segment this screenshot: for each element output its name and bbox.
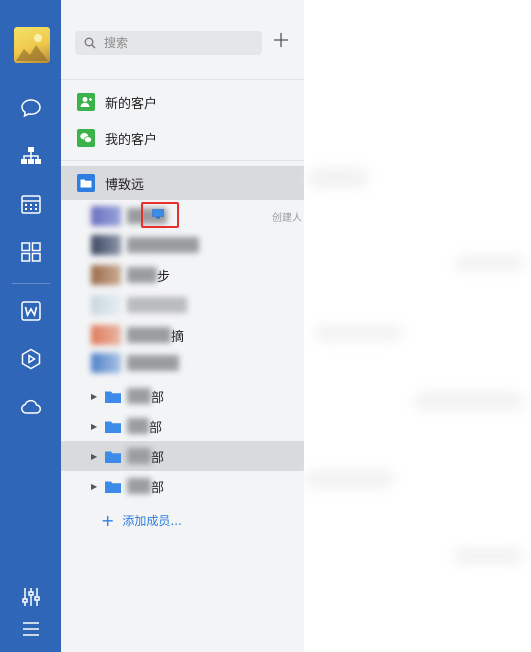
department-name: 部	[151, 480, 165, 496]
watermark	[314, 325, 404, 341]
wechat-icon	[77, 129, 95, 147]
hexagon-play-icon[interactable]	[18, 346, 44, 372]
plus-icon	[274, 33, 288, 47]
folder-icon	[77, 174, 95, 192]
watermark	[454, 255, 524, 271]
member-name: 摘	[171, 329, 185, 345]
org-chart-icon[interactable]	[18, 143, 44, 169]
member-avatar	[91, 265, 121, 285]
section-divider	[61, 79, 304, 80]
member-row[interactable]	[61, 294, 304, 316]
expand-arrow-icon[interactable]: ▶	[91, 482, 101, 491]
main-content-area	[304, 0, 531, 652]
rail-divider	[12, 283, 50, 284]
watermark	[304, 470, 394, 488]
department-name-redacted	[127, 418, 149, 434]
section-divider	[61, 160, 304, 161]
member-row[interactable]: 创建人	[61, 205, 304, 227]
department-name-redacted	[127, 448, 151, 464]
member-avatar	[91, 206, 121, 226]
add-member-label: 添加成员...	[122, 514, 182, 528]
member-name: 步	[157, 269, 171, 285]
contacts-panel: 新的客户 我的客户 博致远 创建人 步	[61, 0, 305, 652]
expand-arrow-icon[interactable]: ▶	[91, 392, 101, 401]
member-name-redacted	[127, 297, 187, 313]
watermark	[308, 168, 368, 188]
word-doc-icon[interactable]	[18, 298, 44, 324]
cloud-icon[interactable]	[18, 394, 44, 420]
apps-grid-icon[interactable]	[18, 239, 44, 265]
folder-icon	[105, 451, 121, 463]
my-customers-item[interactable]: 我的客户	[61, 126, 304, 150]
search-input[interactable]	[102, 35, 256, 51]
department-row[interactable]: ▶ 部	[61, 474, 304, 498]
new-customers-label: 新的客户	[105, 96, 158, 112]
creator-tag: 创建人	[272, 212, 302, 224]
plus-icon: +	[101, 510, 115, 530]
expand-arrow-icon[interactable]: ▶	[91, 452, 101, 461]
member-name-redacted	[127, 327, 171, 343]
watermark	[414, 392, 524, 410]
new-customers-item[interactable]: 新的客户	[61, 90, 304, 114]
department-row[interactable]: ▶ 部	[61, 384, 304, 408]
my-customers-label: 我的客户	[105, 132, 158, 148]
member-avatar	[91, 353, 121, 373]
search-box[interactable]	[75, 31, 262, 55]
new-customer-icon	[77, 93, 95, 111]
member-name-redacted	[127, 267, 157, 283]
user-avatar[interactable]	[14, 27, 50, 63]
chat-bubble-icon[interactable]	[18, 95, 44, 121]
folder-icon	[105, 481, 121, 493]
menu-icon[interactable]	[18, 616, 44, 642]
search-icon	[84, 37, 96, 49]
department-name: 部	[151, 390, 165, 406]
org-header[interactable]: 博致远	[61, 166, 304, 200]
add-member-link[interactable]: + 添加成员...	[101, 512, 182, 529]
left-nav-rail	[0, 0, 61, 652]
add-button[interactable]	[271, 32, 291, 54]
folder-icon	[105, 391, 121, 403]
department-row[interactable]: ▶ 部	[61, 441, 304, 471]
department-name: 部	[149, 420, 163, 436]
expand-arrow-icon[interactable]: ▶	[91, 422, 101, 431]
calendar-icon[interactable]	[18, 191, 44, 217]
department-name-redacted	[127, 388, 151, 404]
member-row[interactable]: 步	[61, 264, 304, 286]
pc-icon	[152, 209, 164, 219]
department-name: 部	[151, 450, 165, 466]
department-name-redacted	[127, 478, 151, 494]
member-row[interactable]	[61, 352, 304, 374]
watermark	[454, 548, 524, 564]
org-name: 博致远	[105, 177, 145, 193]
sliders-icon[interactable]	[18, 584, 44, 610]
member-avatar	[91, 295, 121, 315]
member-avatar	[91, 235, 121, 255]
folder-icon	[105, 421, 121, 433]
member-row[interactable]: 摘	[61, 324, 304, 346]
member-avatar	[91, 325, 121, 345]
department-row[interactable]: ▶ 部	[61, 414, 304, 438]
member-name-redacted	[127, 355, 179, 371]
member-row[interactable]	[61, 234, 304, 256]
member-name-redacted	[127, 237, 199, 253]
